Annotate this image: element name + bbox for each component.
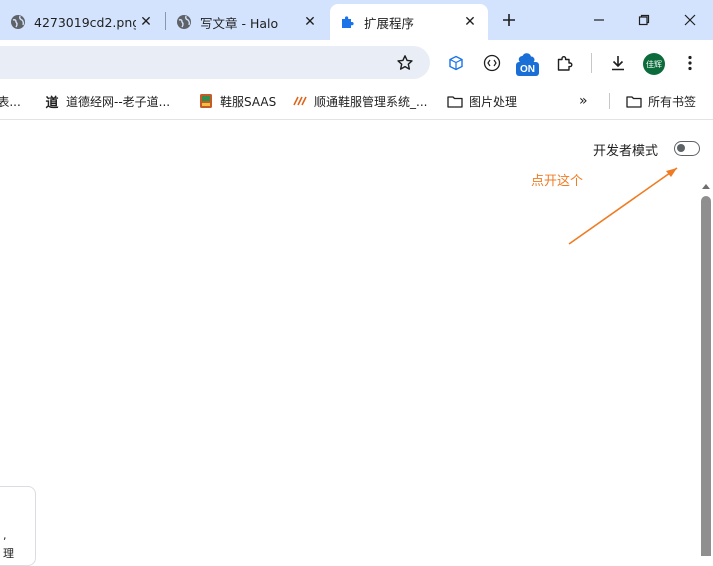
plus-icon	[503, 14, 515, 26]
bookmark-item[interactable]: 顺通鞋服管理系统_...	[292, 86, 427, 116]
double-chevron-icon: »	[579, 93, 588, 109]
all-bookmarks-folder[interactable]: 所有书签	[626, 86, 696, 116]
toolbar	[0, 40, 713, 86]
toolbar-separator	[591, 53, 592, 73]
dao-icon: 道	[45, 95, 59, 111]
cube-extension-icon[interactable]	[446, 53, 466, 73]
bookmark-item[interactable]: 道 道德经网--老子道...	[44, 86, 170, 116]
tab-extensions[interactable]: 扩展程序 ✕	[330, 4, 488, 40]
bookmark-label: l表...	[0, 94, 21, 109]
restore-button[interactable]	[621, 0, 667, 40]
card-text-fragment: 理	[3, 547, 14, 560]
extension-card-partial: , 理	[0, 486, 36, 566]
app-icon	[292, 93, 308, 109]
bookmark-label: 图片处理	[469, 94, 518, 109]
extension-on-badge: ON	[516, 62, 539, 76]
bookmark-star-icon[interactable]	[396, 54, 414, 72]
more-vertical-icon	[688, 55, 692, 71]
restore-icon	[638, 14, 650, 26]
tab-halo[interactable]: 写文章 - Halo ✕	[166, 4, 328, 40]
card-text-fragment: ,	[3, 529, 7, 542]
globe-icon	[11, 15, 25, 29]
puzzle-icon	[342, 16, 354, 28]
toggle-knob	[677, 144, 685, 152]
bookmark-item[interactable]: 鞋服SAAS	[198, 86, 276, 116]
address-bar[interactable]	[0, 46, 430, 79]
close-window-button[interactable]	[667, 0, 713, 40]
tab-title: 扩展程序	[364, 15, 415, 31]
close-tab-icon[interactable]: ✕	[300, 12, 320, 32]
header-divider	[0, 119, 713, 120]
puzzle-icon	[557, 56, 573, 71]
bookmark-item[interactable]: l表...	[0, 86, 21, 116]
developer-mode-toggle[interactable]	[674, 141, 700, 156]
developer-mode-label: 开发者模式	[593, 144, 659, 159]
close-icon	[684, 14, 696, 26]
close-tab-icon[interactable]: ✕	[460, 12, 480, 32]
annotation-arrow	[568, 167, 678, 245]
bookmark-label: 道德经网--老子道...	[66, 94, 171, 109]
minimize-icon	[594, 19, 604, 21]
folder-icon	[626, 93, 642, 109]
bookmarks-bar: l表... 道 道德经网--老子道... 鞋服SAAS 顺通鞋服管理系统_...	[0, 86, 713, 116]
close-tab-icon[interactable]: ✕	[136, 12, 156, 32]
bookmarks-separator	[609, 93, 610, 109]
avatar[interactable]: 佳辉	[643, 53, 665, 75]
chrome-menu-button[interactable]	[680, 53, 700, 73]
minimize-button[interactable]	[576, 0, 622, 40]
extensions-menu-button[interactable]	[555, 53, 575, 73]
app-icon	[198, 93, 214, 109]
more-bookmarks-button[interactable]: »	[579, 86, 588, 116]
download-icon	[612, 56, 624, 71]
tab-title: 4273019cd2.png	[34, 14, 136, 30]
tab-title: 写文章 - Halo	[200, 15, 279, 31]
bookmark-folder[interactable]: 图片处理	[447, 86, 517, 116]
bookmark-label: 所有书签	[648, 94, 697, 109]
download-button[interactable]	[608, 53, 628, 73]
code-extension-icon[interactable]	[482, 53, 502, 73]
bookmark-label: 顺通鞋服管理系统_...	[314, 94, 428, 109]
scrollbar-thumb[interactable]	[701, 196, 711, 556]
bookmark-label: 鞋服SAAS	[220, 94, 277, 109]
tab-image[interactable]: 4273019cd2.png ✕	[0, 4, 164, 40]
new-tab-button[interactable]	[497, 8, 521, 32]
globe-icon	[177, 15, 191, 29]
folder-icon	[447, 93, 463, 109]
scroll-up-arrow-icon[interactable]	[701, 182, 711, 190]
tab-strip: 4273019cd2.png ✕ 写文章 - Halo ✕ 扩展程序 ✕	[0, 0, 713, 40]
